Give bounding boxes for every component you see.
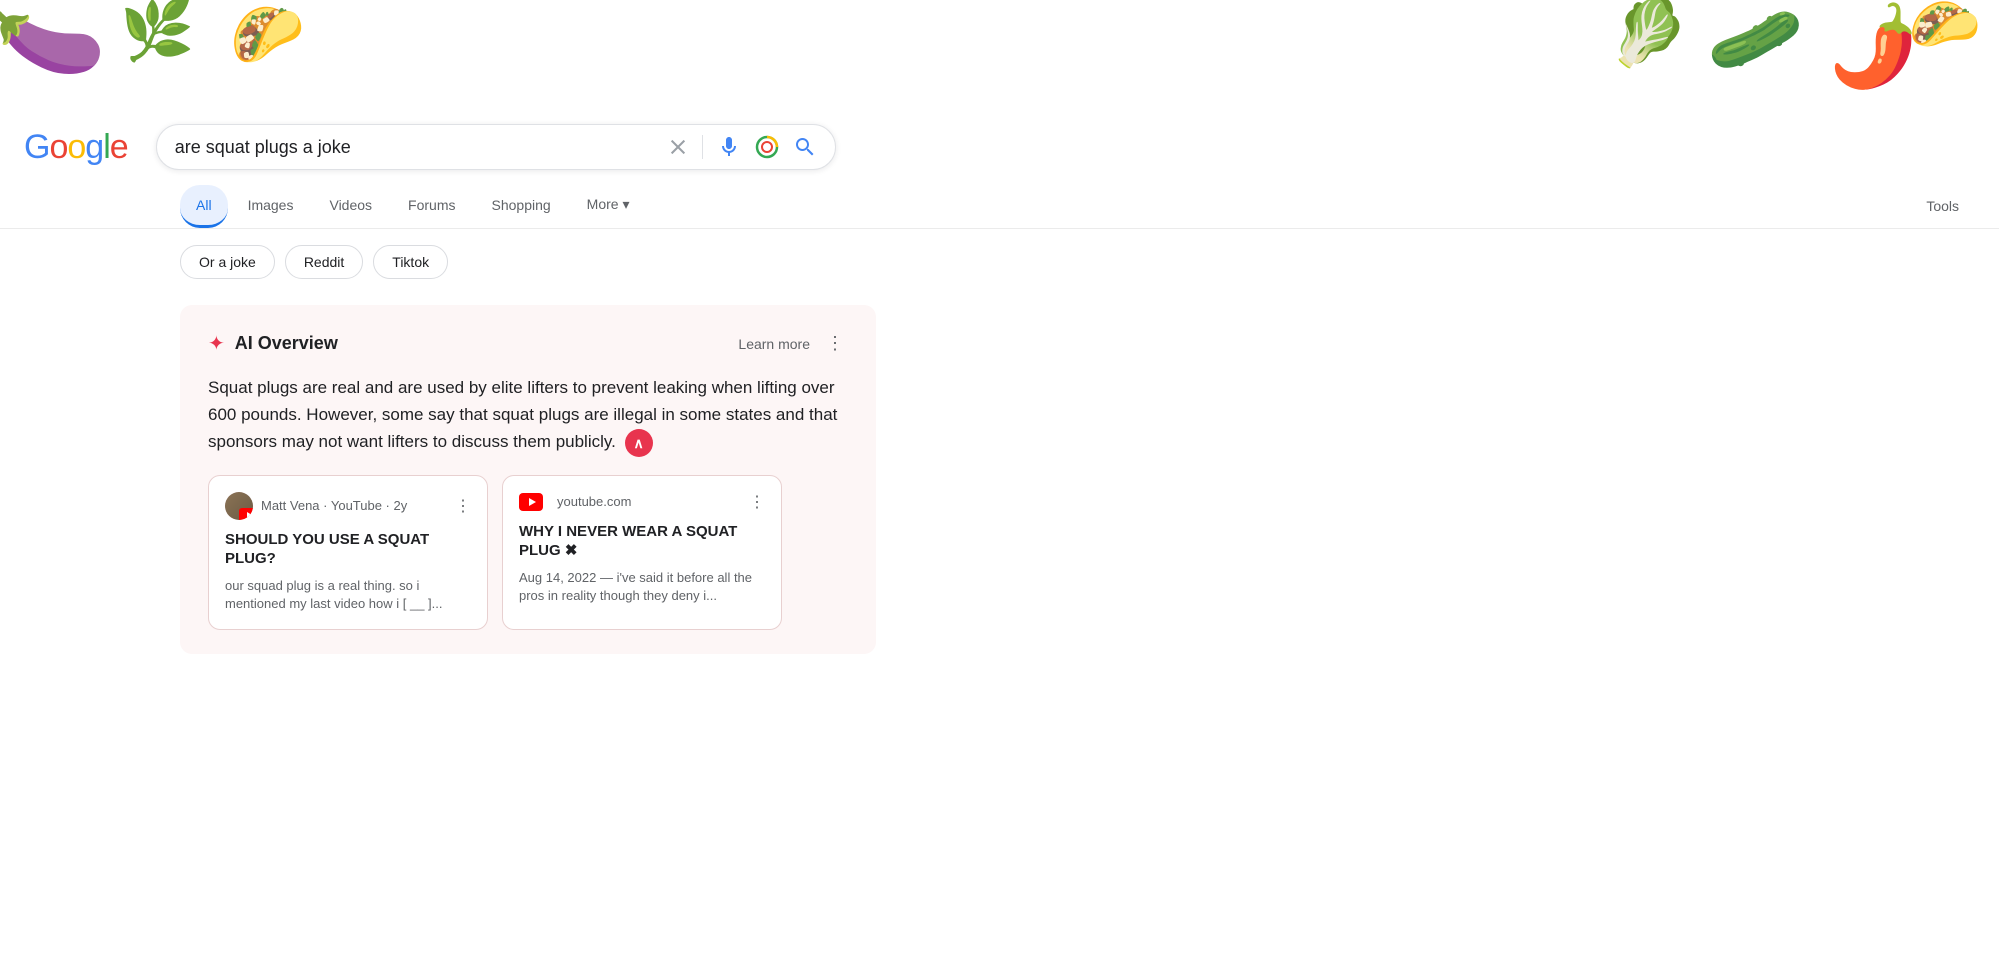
tab-forums[interactable]: Forums [392,185,471,228]
main-content: ✦ AI Overview Learn more ⋮ Squat plugs a… [0,295,900,718]
tab-images[interactable]: Images [232,185,310,228]
doodle-eggplant: 🍆 [0,0,110,95]
doodle-lettuce: 🥬 [1608,0,1689,65]
ai-overview-title-group: ✦ AI Overview [208,331,338,356]
google-logo: Google [24,128,128,167]
doodle-chip1: 🌮 [230,5,305,65]
source-avatar-1 [225,492,253,520]
lens-search-button[interactable] [755,135,779,159]
ai-overview-body: Squat plugs are real and are used by eli… [208,374,848,457]
source-card-1-snippet: our squad plug is a real thing. so i men… [225,577,471,613]
tab-all[interactable]: All [180,185,228,228]
source-card-1-meta: Matt Vena · YouTube · 2y [225,492,407,520]
suggestions-row: Or a joke Reddit Tiktok [0,229,1999,295]
search-icon-group [668,135,817,159]
source-card-1-title: SHOULD YOU USE A SQUAT PLUG? [225,530,471,569]
suggestion-or-a-joke[interactable]: Or a joke [180,245,275,279]
voice-search-button[interactable] [717,135,741,159]
suggestion-tiktok[interactable]: Tiktok [373,245,448,279]
source-card-2-menu[interactable]: ⋮ [749,492,765,512]
youtube-icon-2 [519,493,543,511]
ai-overview-actions: Learn more ⋮ [738,329,848,358]
source-card-2-title: WHY I NEVER WEAR A SQUAT PLUG ✖ [519,522,765,561]
source-card-2[interactable]: youtube.com ⋮ WHY I NEVER WEAR A SQUAT P… [502,475,782,630]
doodle-pepper: 🌶️ [1820,2,1925,92]
microphone-icon [717,135,741,159]
tools-tab[interactable]: Tools [1910,186,1975,226]
clear-icon [668,137,688,157]
ai-overview-title: AI Overview [235,333,338,354]
collapse-button[interactable] [625,429,653,457]
doodle-cilantro: 🌿 [120,0,195,60]
source-card-1[interactable]: Matt Vena · YouTube · 2y ⋮ SHOULD YOU US… [208,475,488,630]
search-box: are squat plugs a joke [156,124,836,170]
ai-overview-box: ✦ AI Overview Learn more ⋮ Squat plugs a… [180,305,876,654]
source-card-1-header: Matt Vena · YouTube · 2y ⋮ [225,492,471,520]
nav-tabs-row: All Images Videos Forums Shopping More ▾… [0,184,1999,229]
ai-overview-body-text: Squat plugs are real and are used by eli… [208,378,837,451]
ai-spark-icon: ✦ [208,331,225,356]
ai-overview-menu-button[interactable]: ⋮ [822,329,848,358]
tab-shopping[interactable]: Shopping [476,185,567,228]
source-card-2-snippet: Aug 14, 2022 — i've said it before all t… [519,569,765,605]
learn-more-link[interactable]: Learn more [738,336,810,352]
source-name-2: youtube.com [557,494,631,509]
source-card-2-meta: youtube.com [519,493,631,511]
clear-button[interactable] [668,137,688,157]
source-card-2-header: youtube.com ⋮ [519,492,765,512]
tab-videos[interactable]: Videos [313,185,388,228]
search-icon [793,135,817,159]
suggestion-reddit[interactable]: Reddit [285,245,363,279]
search-input[interactable]: are squat plugs a joke [175,137,658,158]
source-card-1-menu[interactable]: ⋮ [455,496,471,516]
search-bar-row: Google are squat plugs a joke [0,110,1999,184]
source-cards: Matt Vena · YouTube · 2y ⋮ SHOULD YOU US… [208,475,848,630]
doodle-cucumber: 🥒 [1704,0,1806,85]
tab-more[interactable]: More ▾ [571,184,646,228]
search-divider [702,135,703,159]
ai-overview-header: ✦ AI Overview Learn more ⋮ [208,329,848,358]
source-name-1: Matt Vena · YouTube · 2y [261,498,407,513]
doodle-bar: 🍆 🌿 🌮 🥬 🥒 🌶️ 🌮 [0,0,1999,110]
youtube-badge-1 [239,508,253,520]
search-button[interactable] [793,135,817,159]
lens-icon [755,135,779,159]
